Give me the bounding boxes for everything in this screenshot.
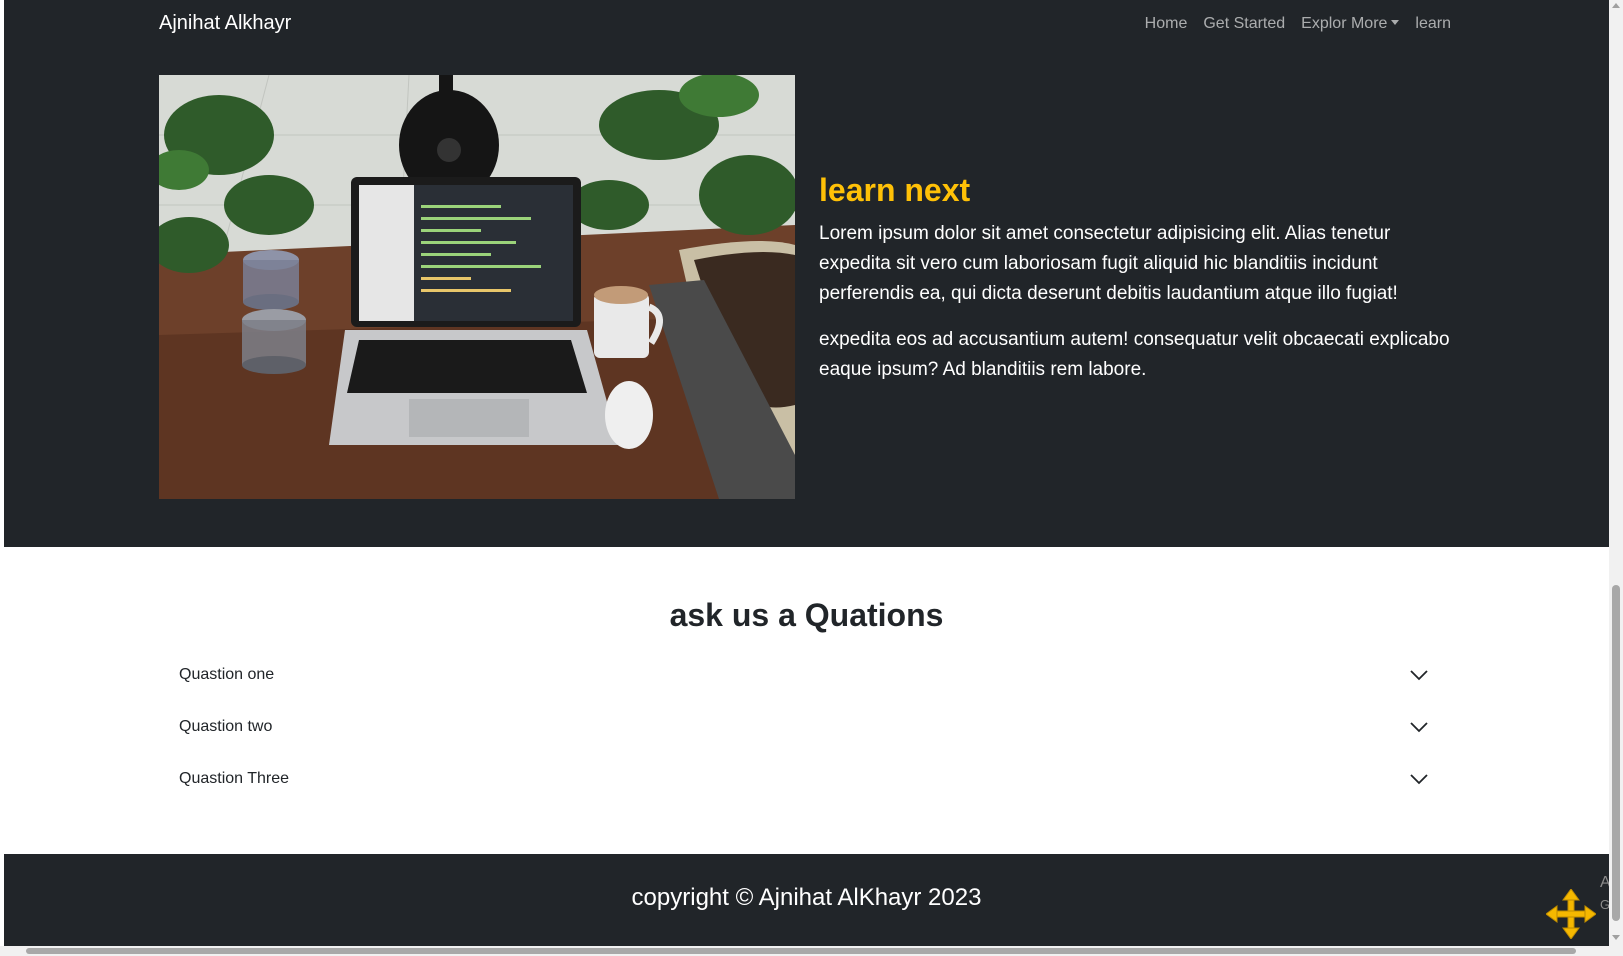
scroll-down-icon[interactable] [1612,935,1620,940]
vertical-scrollbar[interactable] [1609,0,1623,946]
navbar-brand[interactable]: Ajnihat Alkhayr [159,12,291,35]
faq-title: ask us a Quations [669,597,944,633]
nav-dropdown-label: Explor More [1301,15,1388,32]
nav-link-get-started[interactable]: Get Started [1203,15,1285,33]
faq-accordion: Quastion one Quastion two Quastion Three [159,649,1449,805]
hero-title: learn next [819,172,971,208]
horizontal-scroll-thumb[interactable] [26,948,1576,954]
chevron-down-icon [1410,722,1428,733]
navbar: Ajnihat Alkhayr Home Get Started Explor … [4,0,1609,50]
scroll-up-icon[interactable] [1612,3,1620,8]
horizontal-scrollbar[interactable] [0,946,1623,956]
vertical-scroll-thumb[interactable] [1612,585,1620,921]
nav-links: Home Get Started Explor More learn [1145,15,1451,33]
hero-paragraph-2: expedita eos ad accusantium autem! conse… [819,329,1450,380]
footer: copyright © Ajnihat AlKhayr 2023 [4,854,1609,946]
accordion-item-two[interactable]: Quastion two [159,701,1449,753]
laptop-desk-photo [159,75,795,499]
hero-section: Ajnihat Alkhayr Home Get Started Explor … [4,0,1609,547]
accordion-label: Quastion two [179,718,273,735]
hero-paragraph-1: Lorem ipsum dolor sit amet consectetur a… [819,223,1398,304]
page: Ajnihat Alkhayr Home Get Started Explor … [4,0,1609,946]
move-arrows-icon[interactable] [1546,889,1596,939]
accordion-item-three[interactable]: Quastion Three [159,753,1449,805]
hero-text: learn next Lorem ipsum dolor sit amet co… [819,172,1455,401]
nav-dropdown-explor-more[interactable]: Explor More [1301,15,1400,33]
accordion-item-one[interactable]: Quastion one [159,649,1449,701]
accordion-label: Quastion one [179,666,275,683]
nav-link-learn[interactable]: learn [1415,15,1451,33]
chevron-down-icon [1410,670,1428,681]
faq-section: ask us a Quations Quastion one Quastion … [4,547,1609,854]
nav-link-home[interactable]: Home [1145,15,1188,33]
chevron-down-icon [1410,774,1428,785]
accordion-label: Quastion Three [179,770,289,787]
hero-image [159,75,795,499]
caret-down-icon [1391,20,1400,25]
footer-copyright: copyright © Ajnihat AlKhayr 2023 [631,884,982,911]
